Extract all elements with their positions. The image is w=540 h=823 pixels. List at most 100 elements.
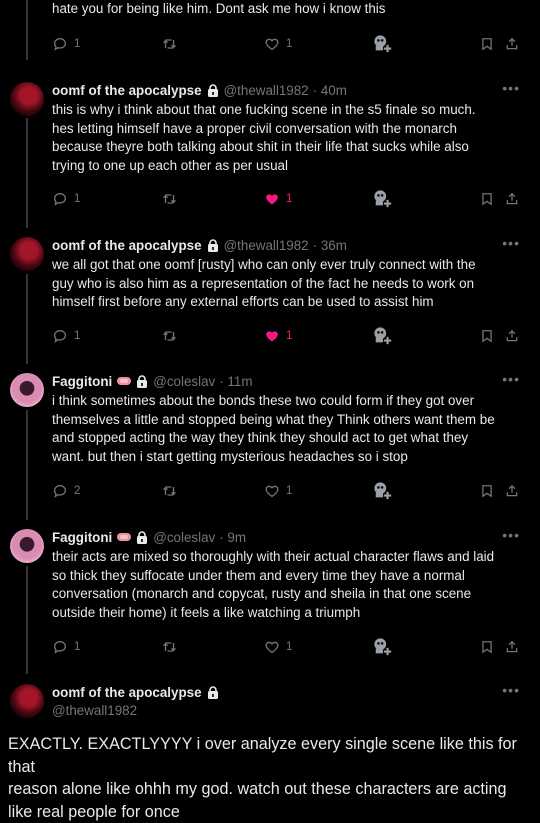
reply-icon <box>52 483 68 499</box>
retweet-icon <box>161 639 178 655</box>
handle[interactable]: @coleslav <box>153 530 215 545</box>
thread-line <box>26 410 28 520</box>
retweet-button[interactable] <box>161 481 178 501</box>
bookmark-button[interactable] <box>480 326 494 346</box>
more-icon[interactable]: ••• <box>502 527 520 543</box>
reply-count: 2 <box>74 485 80 497</box>
lock-icon <box>207 686 219 699</box>
share-icon <box>505 483 519 499</box>
reply-count: 1 <box>74 330 80 342</box>
retweet-icon <box>161 191 178 207</box>
thread-line <box>26 566 28 674</box>
handle[interactable]: @thewall1982 <box>224 83 309 98</box>
grok-icon <box>372 326 394 346</box>
share-button[interactable] <box>505 34 519 54</box>
like-button[interactable]: 1 <box>264 637 292 657</box>
display-name[interactable]: Faggitoni <box>52 374 112 389</box>
tweet-line: EXACTLY. EXACTLYYYY i over analyze every… <box>8 733 526 778</box>
tweet-line: guy who is also him as a representation … <box>52 275 522 294</box>
reply-icon <box>52 639 68 655</box>
share-icon <box>505 36 519 52</box>
display-name[interactable]: oomf of the apocalypse <box>52 685 202 700</box>
lock-icon <box>136 531 148 544</box>
tweet-text: we all got that one oomf [rusty] who can… <box>52 256 522 312</box>
timestamp[interactable]: · 9m <box>219 530 246 545</box>
tweet-text: their acts are mixed so thoroughly with … <box>52 548 522 622</box>
reply-count: 1 <box>74 38 80 50</box>
tweet-line: himself first before any external effort… <box>52 293 522 312</box>
display-name[interactable]: Faggitoni <box>52 530 112 545</box>
reply-button[interactable]: 1 <box>52 637 80 657</box>
retweet-icon <box>161 483 178 499</box>
more-icon[interactable]: ••• <box>502 235 520 251</box>
tweet-line: reason alone like ohhh my god. watch out… <box>8 778 526 801</box>
reply-button[interactable]: 2 <box>52 481 80 501</box>
like-icon <box>264 191 280 207</box>
tweet-header: oomf of the apocalypse @thewall1982 · 36… <box>52 236 522 254</box>
share-button[interactable] <box>505 189 519 209</box>
tweet-text: this is why i think about that one fucki… <box>52 101 522 175</box>
grok-button[interactable] <box>372 637 394 657</box>
bookmark-button[interactable] <box>480 34 494 54</box>
bookmark-button[interactable] <box>480 189 494 209</box>
main-tweet-text: EXACTLY. EXACTLYYYY i over analyze every… <box>8 733 526 823</box>
thread-line <box>26 118 28 228</box>
pill-emoji <box>117 377 131 385</box>
bookmark-icon <box>480 36 494 52</box>
retweet-icon <box>161 36 178 52</box>
like-icon <box>264 483 280 499</box>
tweet-line: outside their home) it feels a like watc… <box>52 604 522 623</box>
handle[interactable]: @thewall1982 <box>52 703 137 718</box>
avatar[interactable] <box>10 237 44 271</box>
more-icon[interactable]: ••• <box>502 371 520 387</box>
tweet-line: conversation (monarch and copycat, rusty… <box>52 585 522 604</box>
retweet-button[interactable] <box>161 326 178 346</box>
handle[interactable]: @thewall1982 <box>224 238 309 253</box>
tweet-line: want. but then i start getting mysteriou… <box>52 448 522 467</box>
avatar[interactable] <box>10 684 44 718</box>
avatar[interactable] <box>10 373 44 407</box>
bookmark-button[interactable] <box>480 637 494 657</box>
timestamp[interactable]: · 40m <box>313 83 347 98</box>
grok-button[interactable] <box>372 481 394 501</box>
tweet-line: their acts are mixed so thoroughly with … <box>52 548 522 567</box>
like-button[interactable]: 1 <box>264 481 292 501</box>
more-icon[interactable]: ••• <box>502 80 520 96</box>
grok-button[interactable] <box>372 189 394 209</box>
retweet-icon <box>161 328 178 344</box>
like-icon <box>264 328 280 344</box>
share-button[interactable] <box>505 326 519 346</box>
avatar[interactable] <box>10 529 44 563</box>
grok-icon <box>372 481 394 501</box>
lock-icon <box>136 375 148 388</box>
avatar[interactable] <box>10 82 44 116</box>
reply-button[interactable]: 1 <box>52 189 80 209</box>
handle[interactable]: @coleslav <box>153 374 215 389</box>
retweet-button[interactable] <box>161 637 178 657</box>
retweet-button[interactable] <box>161 34 178 54</box>
bookmark-button[interactable] <box>480 481 494 501</box>
grok-button[interactable] <box>372 326 394 346</box>
display-name[interactable]: oomf of the apocalypse <box>52 83 202 98</box>
timestamp[interactable]: · 36m <box>313 238 347 253</box>
like-count: 1 <box>286 38 292 50</box>
tweet-line: this is why i think about that one fucki… <box>52 101 522 120</box>
tweet-text: hate you for being like him. Dont ask me… <box>52 0 522 19</box>
share-button[interactable] <box>505 637 519 657</box>
reply-button[interactable]: 1 <box>52 326 80 346</box>
display-name[interactable]: oomf of the apocalypse <box>52 238 202 253</box>
timestamp[interactable]: · 11m <box>219 374 252 389</box>
thread-line <box>26 0 28 60</box>
more-icon[interactable]: ••• <box>502 682 520 698</box>
share-icon <box>505 328 519 344</box>
tweet-line: i think sometimes about the bonds these … <box>52 392 522 411</box>
tweet-header: Faggitoni @coleslav · 11m <box>52 372 522 390</box>
like-button[interactable]: 1 <box>264 326 292 346</box>
like-button[interactable]: 1 <box>264 189 292 209</box>
grok-button[interactable] <box>372 34 394 54</box>
action-bar: 1 1 <box>52 34 520 54</box>
retweet-button[interactable] <box>161 189 178 209</box>
share-button[interactable] <box>505 481 519 501</box>
reply-button[interactable]: 1 <box>52 34 80 54</box>
like-button[interactable]: 1 <box>264 34 292 54</box>
